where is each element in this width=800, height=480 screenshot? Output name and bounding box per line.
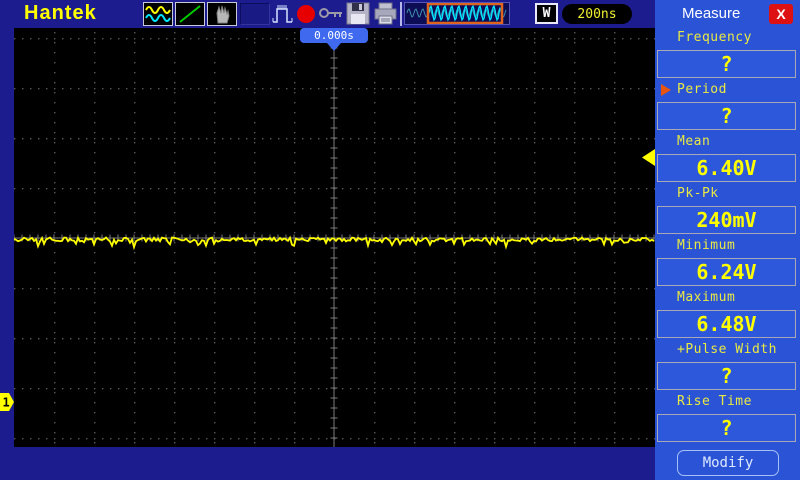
trigger-time-marker[interactable]: 0.000s	[300, 28, 368, 43]
channel1-marker-glyph: 1	[0, 393, 14, 411]
measure-value--pulse-width: ?	[657, 362, 796, 390]
measure-item-period[interactable]: Period	[677, 82, 727, 100]
panel-title: Measure	[682, 5, 741, 22]
trigger-level-glyph	[642, 149, 655, 166]
svg-text:1: 1	[3, 396, 10, 410]
toolbar-input-field[interactable]	[240, 3, 270, 25]
hand-tool-glyph	[216, 5, 230, 24]
measure-item-rise-time[interactable]: Rise Time	[677, 394, 752, 412]
trigger-position-pointer-icon[interactable]	[327, 43, 341, 51]
key-glyph	[319, 8, 342, 18]
measure-panel-header: Measure X	[655, 0, 800, 28]
measure-value-maximum: 6.48V	[657, 310, 796, 338]
print-glyph	[374, 2, 397, 25]
save-icon[interactable]	[346, 2, 370, 29]
cursor-line-icon[interactable]	[175, 2, 205, 26]
measure-value-rise-time: ?	[657, 414, 796, 442]
oscilloscope-app: Hantek W 200ns Measure X 0.000s 1 Freque…	[0, 0, 800, 480]
record-icon[interactable]	[297, 5, 315, 23]
measure-value-minimum: 6.24V	[657, 258, 796, 286]
hantek-logo: Hantek	[24, 2, 97, 24]
measure-value-pk-pk: 240mV	[657, 206, 796, 234]
measure-item--pulse-width[interactable]: +Pulse Width	[677, 342, 777, 360]
window-icon[interactable]: W	[535, 3, 558, 24]
waveform-preview-strip[interactable]	[404, 2, 510, 25]
hand-tool-icon[interactable]	[207, 2, 237, 26]
timebase-readout[interactable]: 200ns	[562, 4, 632, 24]
status-bar: DC 20 2.00V CH1 9.76V 0.00000Hz	[0, 447, 655, 480]
measure-item-mean[interactable]: Mean	[677, 134, 710, 152]
cursor-line-glyph	[179, 5, 201, 23]
measure-value-period: ?	[657, 102, 796, 130]
waveform-channels-icon[interactable]	[143, 2, 173, 26]
channel1-marker[interactable]: 1	[0, 392, 15, 416]
scope-screen	[13, 27, 656, 447]
selected-item-arrow-icon	[661, 84, 671, 96]
close-icon[interactable]: X	[769, 4, 793, 24]
measure-item-frequency[interactable]: Frequency	[677, 30, 752, 48]
pulse-glyph	[272, 5, 293, 23]
preview-wave-glyph	[406, 2, 507, 25]
measure-value-frequency: ?	[657, 50, 796, 78]
save-glyph	[346, 2, 370, 25]
print-icon[interactable]	[373, 2, 398, 30]
measure-value-mean: 6.40V	[657, 154, 796, 182]
measure-panel: Frequency? Period? Mean 6.40V Pk-Pk 240mV Mini…	[655, 28, 800, 480]
key-icon[interactable]	[319, 6, 344, 25]
pulse-icon[interactable]	[271, 2, 295, 30]
toolbar-divider	[400, 2, 402, 26]
graticule-and-trace	[13, 27, 656, 447]
trigger-level-marker[interactable]	[641, 149, 655, 171]
measure-item-pk-pk[interactable]: Pk-Pk	[677, 186, 719, 204]
modify-button[interactable]: Modify	[677, 450, 779, 476]
measure-item-maximum[interactable]: Maximum	[677, 290, 735, 308]
measure-item-minimum[interactable]: Minimum	[677, 238, 735, 256]
waveform-channels-glyph	[145, 6, 171, 22]
